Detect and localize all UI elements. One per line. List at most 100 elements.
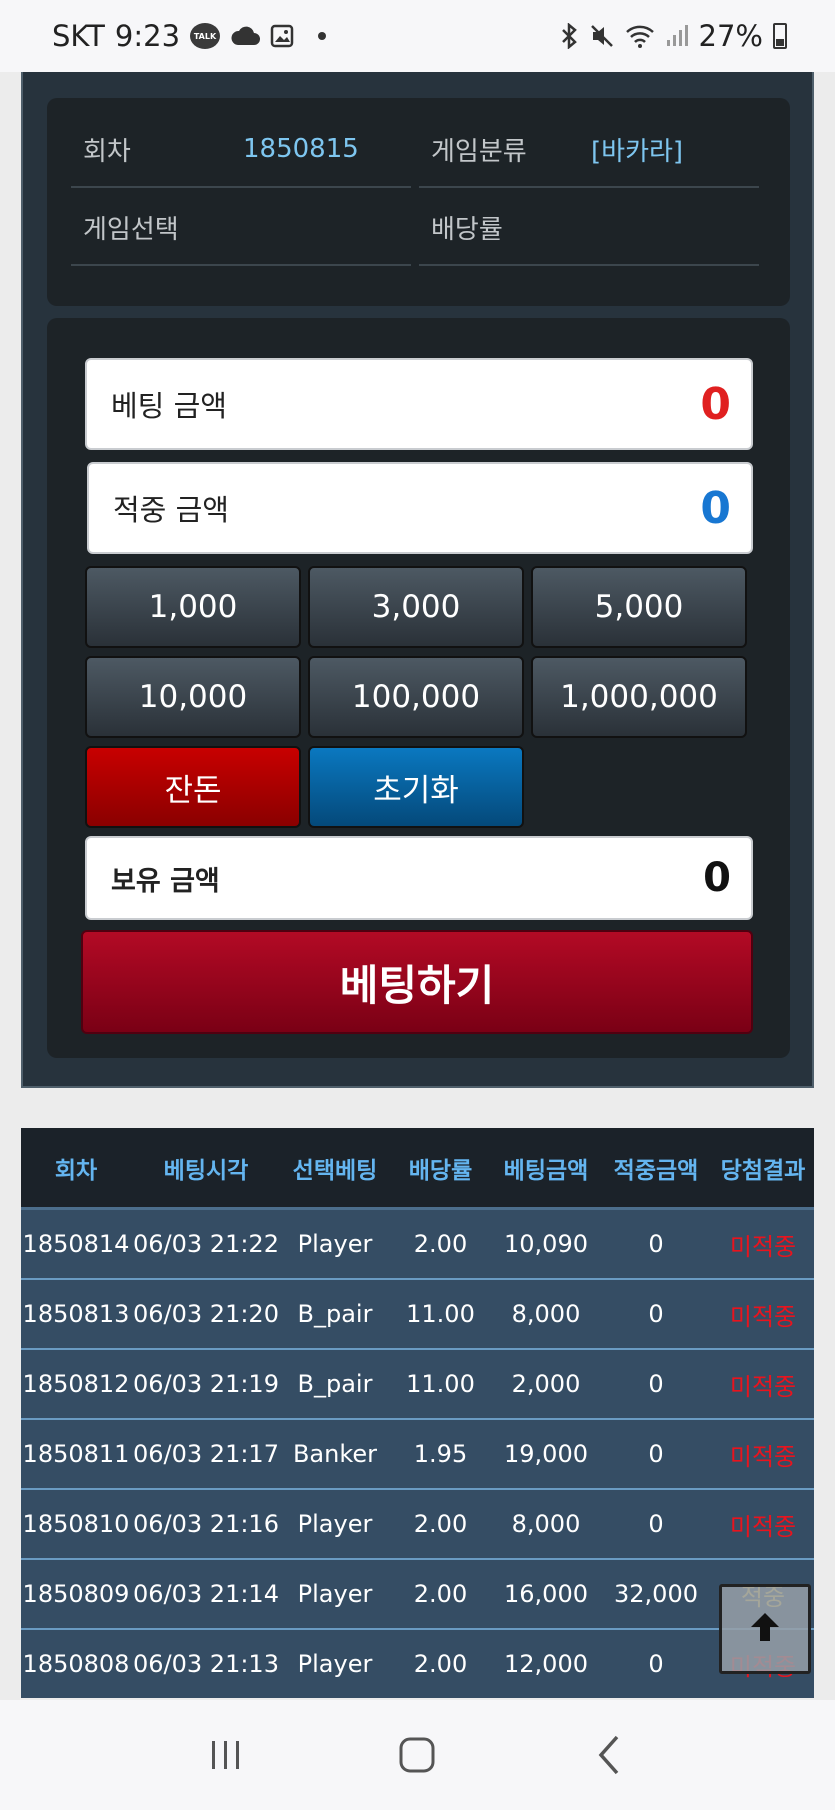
cell-selection: Player — [297, 1650, 373, 1678]
gallery-icon — [270, 24, 294, 48]
scroll-top-button[interactable] — [719, 1584, 811, 1674]
cell-result: 미적중 — [729, 1512, 797, 1541]
back-icon[interactable] — [579, 1725, 639, 1785]
header-bet-time: 베팅시각 — [163, 1157, 249, 1184]
chip-1000-button[interactable]: 1,000 — [85, 566, 301, 648]
category-label: 게임분류 — [431, 136, 527, 167]
table-row: 185080806/03 21:13Player2.0012,0000미적중 — [21, 1630, 814, 1698]
home-icon[interactable] — [387, 1725, 447, 1785]
cell-win-amount: 32,000 — [614, 1580, 698, 1608]
bet-amount-value: 0 — [700, 378, 731, 430]
header-odds: 배당률 — [408, 1157, 473, 1184]
place-bet-button[interactable]: 베팅하기 — [81, 930, 753, 1034]
chip-3000-button[interactable]: 3,000 — [308, 566, 524, 648]
kakaotalk-icon: TALK — [190, 23, 221, 49]
round-cell: 회차 1850815 — [71, 112, 411, 188]
cell-bet-amount: 2,000 — [511, 1370, 581, 1398]
table-row: 1850814 06/03 21:22 Player 2.00 10,090 0 미적중 — [21, 1210, 814, 1280]
bet-amount-box: 베팅 금액 0 — [85, 358, 753, 450]
cell-result: 미적중 — [729, 1302, 797, 1331]
win-amount-value: 0 — [700, 482, 731, 534]
recent-apps-icon[interactable] — [196, 1725, 256, 1785]
cell-round: 1850811 — [22, 1440, 130, 1468]
game-info-card: 회차 1850815 게임분류 [바카라] 게임선택 배당률 — [47, 98, 790, 306]
dot-icon — [318, 32, 327, 40]
cell-bet-time: 06/03 21:13 — [133, 1650, 279, 1678]
cell-round: 1850808 — [22, 1650, 130, 1678]
cell-win-amount: 0 — [648, 1510, 664, 1538]
header-round: 회차 — [54, 1157, 98, 1184]
cell-win-amount: 0 — [648, 1300, 664, 1328]
cell-selection: Banker — [292, 1440, 378, 1468]
round-label: 회차 — [83, 136, 131, 167]
odds-cell: 배당률 — [419, 190, 759, 266]
win-amount-box: 적중 금액 0 — [87, 462, 753, 554]
balance-label: 보유 금액 — [111, 865, 220, 897]
table-body: 1850814 06/03 21:22 Player 2.00 10,090 0 미적중 18… — [21, 1210, 814, 1698]
table-header: 회차 베팅시각 선택베팅 배당률 베팅금액 적중금액 당첨결과 — [21, 1128, 814, 1210]
chip-5000-button[interactable]: 5,000 — [531, 566, 747, 648]
cell-bet-time: 06/03 21:19 — [133, 1370, 279, 1398]
chip-1000000-button[interactable]: 1,000,000 — [531, 656, 747, 738]
battery-percent: 27% — [698, 19, 763, 53]
battery-icon — [773, 23, 787, 49]
main-panel: 회차 1850815 게임분류 [바카라] 게임선택 배당률 베팅 금액 0 적… — [21, 72, 814, 1088]
cell-bet-time: 06/03 21:20 — [133, 1300, 279, 1328]
cloud-icon — [230, 25, 261, 47]
category-cell: 게임분류 [바카라] — [419, 112, 759, 188]
cell-win-amount: 0 — [648, 1230, 664, 1258]
cell-selection: B_pair — [297, 1300, 373, 1328]
cell-odds: 2.00 — [413, 1580, 468, 1608]
bet-amount-label: 베팅 금액 — [111, 389, 227, 423]
cell-win-amount: 0 — [648, 1650, 664, 1678]
table-row: 1850813 06/03 21:20 B_pair 11.00 8,000 0 미적중 — [21, 1280, 814, 1350]
signal-icon — [665, 24, 689, 48]
mute-icon — [589, 23, 615, 49]
chip-10000-button[interactable]: 10,000 — [85, 656, 301, 738]
odds-label: 배당률 — [431, 214, 503, 245]
cell-round: 1850810 — [22, 1510, 130, 1538]
table-row: 1850812 06/03 21:19 B_pair 11.00 2,000 0 미적중 — [21, 1350, 814, 1420]
cell-bet-time: 06/03 21:22 — [133, 1230, 279, 1258]
reset-button[interactable]: 초기화 — [308, 746, 524, 828]
cell-result: 미적중 — [729, 1442, 797, 1471]
cell-bet-amount: 19,000 — [504, 1440, 588, 1468]
cell-bet-amount: 8,000 — [511, 1510, 581, 1538]
change-button[interactable]: 잔돈 — [85, 746, 301, 828]
status-left: SKT 9:23 TALK — [52, 19, 327, 53]
status-right: 27% — [559, 19, 787, 53]
balance-value: 0 — [703, 855, 731, 901]
bluetooth-icon — [559, 23, 579, 49]
cell-bet-time: 06/03 21:17 — [133, 1440, 279, 1468]
header-selection: 선택베팅 — [292, 1157, 378, 1184]
arrow-up-icon — [745, 1607, 785, 1651]
bet-card: 베팅 금액 0 적중 금액 0 1,000 3,000 5,000 10,000… — [47, 318, 790, 1058]
cell-win-amount: 0 — [648, 1440, 664, 1468]
cell-bet-time: 06/03 21:16 — [133, 1510, 279, 1538]
round-value: 1850815 — [243, 134, 359, 164]
cell-odds: 2.00 — [413, 1230, 468, 1258]
chip-100000-button[interactable]: 100,000 — [308, 656, 524, 738]
cell-result: 미적중 — [729, 1372, 797, 1401]
cell-odds: 2.00 — [413, 1650, 468, 1678]
header-result: 당첨결과 — [720, 1157, 806, 1184]
talk-icon-text: TALK — [193, 31, 217, 41]
cell-result: 미적중 — [729, 1232, 797, 1261]
cell-bet-amount: 10,090 — [504, 1230, 588, 1258]
cell-round: 1850814 — [22, 1230, 130, 1258]
cell-bet-time: 06/03 21:14 — [133, 1580, 279, 1608]
bet-history-table: 회차 베팅시각 선택베팅 배당률 베팅금액 적중금액 당첨결과 1850814 0… — [21, 1128, 814, 1698]
cell-bet-amount: 8,000 — [511, 1300, 581, 1328]
balance-box: 보유 금액 0 — [85, 836, 753, 920]
table-row: 1850810 06/03 21:16 Player 2.00 8,000 0 미적중 — [21, 1490, 814, 1560]
header-bet-amount: 베팅금액 — [503, 1157, 589, 1184]
status-bar: SKT 9:23 TALK 27% — [0, 0, 835, 72]
cell-odds: 11.00 — [406, 1300, 475, 1328]
win-amount-label: 적중 금액 — [113, 493, 229, 527]
cell-selection: B_pair — [297, 1370, 373, 1398]
game-select-label: 게임선택 — [83, 214, 179, 245]
game-select-cell[interactable]: 게임선택 — [71, 190, 411, 266]
cell-selection: Player — [297, 1510, 373, 1538]
cell-round: 1850812 — [22, 1370, 130, 1398]
clock: 9:23 — [114, 19, 181, 53]
